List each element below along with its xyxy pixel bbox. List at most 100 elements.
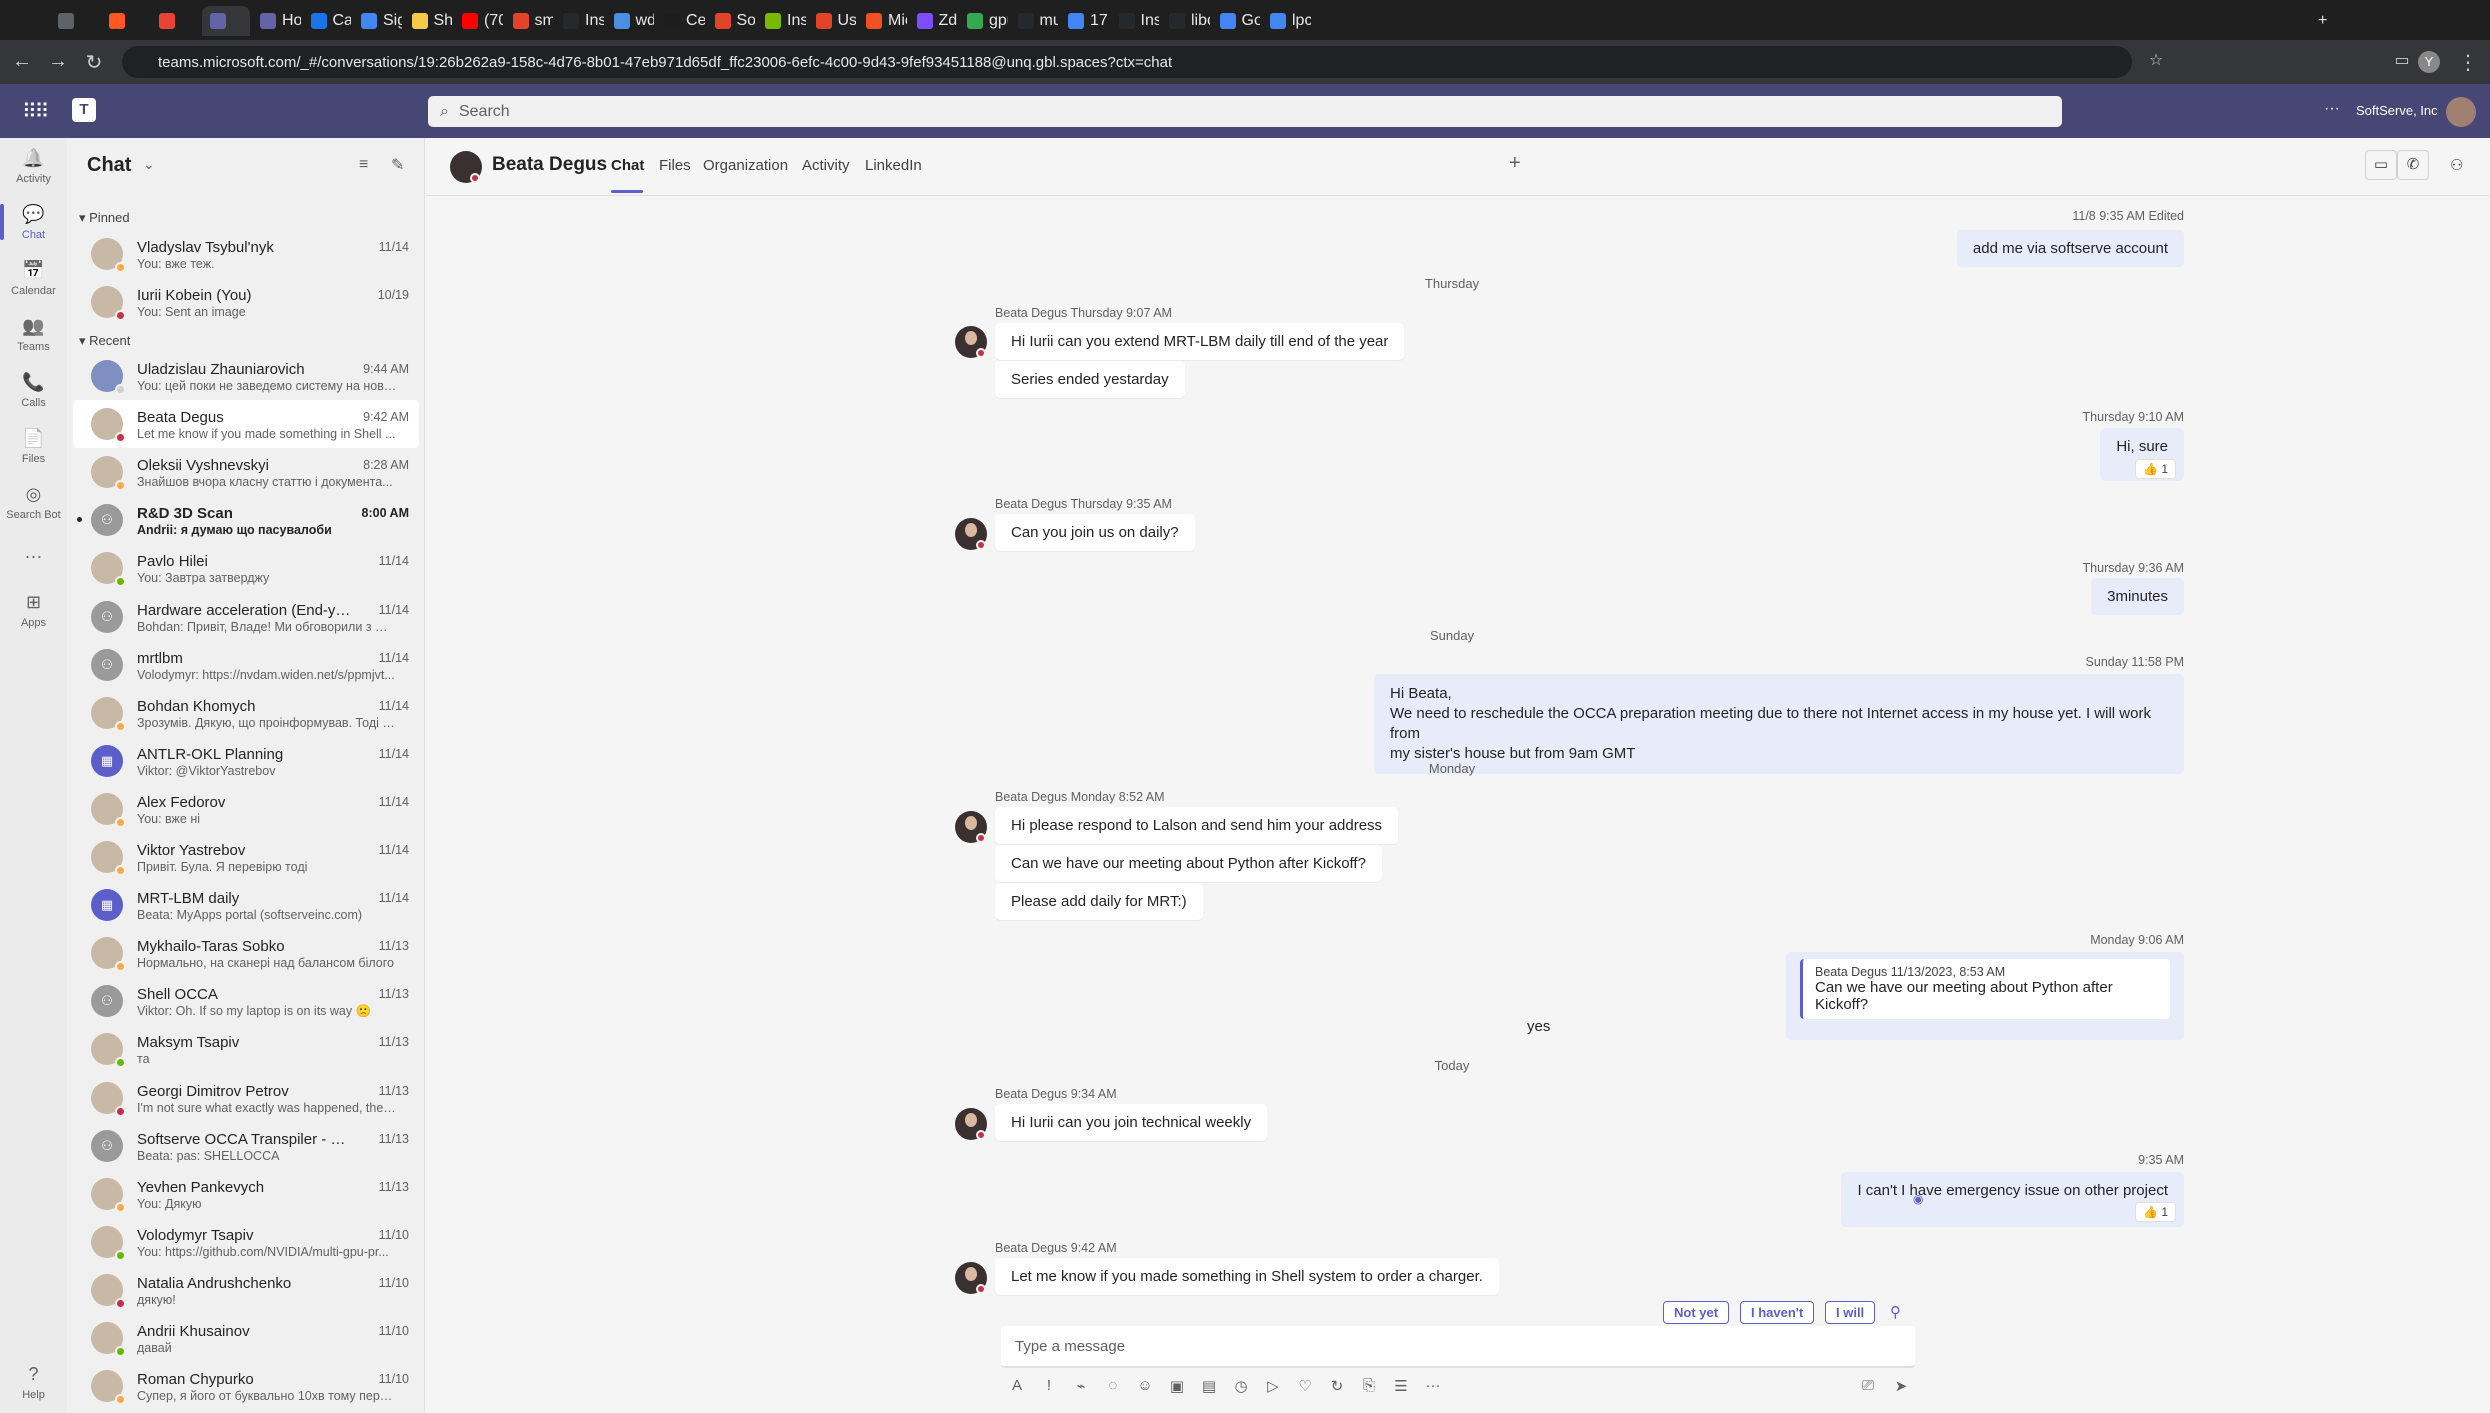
filter-icon[interactable]: ≡	[359, 156, 368, 174]
gif-icon[interactable]: ▣	[1166, 1377, 1188, 1399]
quoted-message[interactable]: Beata Degus 11/13/2023, 8:53 AM Can we h…	[1800, 959, 2170, 1019]
video-call-icon[interactable]: ▭	[2365, 150, 2397, 180]
chat-list-item[interactable]: Vladyslav Tsybul'nyk You: вже теж. 11/14	[73, 230, 419, 278]
chat-list-item[interactable]: Iurii Kobein (You) You: Sent an image 10/1…	[73, 278, 419, 326]
browser-tab[interactable]: Use	[808, 6, 856, 36]
tab-activity[interactable]: Activity	[802, 157, 850, 174]
rail-item-help[interactable]: ? Help	[0, 1362, 67, 1402]
meet-now-icon[interactable]: ⎚	[1857, 1377, 1879, 1399]
approval-icon[interactable]: ⎘	[1358, 1377, 1380, 1399]
their-message[interactable]: Hi Iurii can you join technical weekly	[995, 1104, 1268, 1141]
sidebar-icon[interactable]: ▭	[2390, 50, 2414, 70]
praise-icon[interactable]: ♡	[1294, 1377, 1316, 1399]
emoji-icon[interactable]: ☺	[1134, 1377, 1156, 1399]
browser-tab[interactable]: Sign	[353, 6, 402, 36]
rail-item-calendar[interactable]: 📅 Calendar	[0, 258, 67, 298]
browser-tab[interactable]	[151, 6, 200, 36]
priority-icon[interactable]: !	[1038, 1377, 1060, 1399]
refresh-icon[interactable]: ↻	[1326, 1377, 1348, 1399]
sticker-icon[interactable]: ▤	[1198, 1377, 1220, 1399]
their-message[interactable]: Let me know if you made something in She…	[995, 1258, 1499, 1295]
chat-list-item[interactable]: Natalia Andrushchenko дякую! 11/10	[73, 1266, 419, 1314]
browser-tab[interactable]: 17:	[1060, 6, 1109, 36]
their-message[interactable]: Can you join us on daily?	[995, 514, 1195, 551]
stream-icon[interactable]: ▷	[1262, 1377, 1284, 1399]
browser-tab[interactable]: Hon	[252, 6, 301, 36]
app-launcher-icon[interactable]: ⠿⠿	[22, 99, 49, 124]
list-icon[interactable]: ☰	[1390, 1377, 1412, 1399]
chat-list-item[interactable]: Georgi Dimitrov Petrov I'm not sure what …	[73, 1074, 419, 1122]
tab-files[interactable]: Files	[659, 157, 691, 174]
chevron-down-icon[interactable]: ⌄	[143, 156, 155, 173]
search-input[interactable]: ⌕ Search	[428, 96, 2062, 127]
browser-tab[interactable]: Mic	[858, 6, 907, 36]
my-message[interactable]: add me via softserve account	[1956, 230, 2184, 267]
their-message[interactable]: Hi Iurii can you extend MRT-LBM daily ti…	[995, 323, 1405, 360]
browser-tab[interactable]: Soft	[707, 6, 755, 36]
chat-list-item[interactable]: Oleksii Vyshnevskyi Знайшов вчора класну …	[73, 448, 419, 496]
rail-item-calls[interactable]: 📞 Calls	[0, 370, 67, 410]
browser-tab[interactable]: Zdr	[909, 6, 957, 36]
tab-chat[interactable]: Chat	[611, 157, 644, 174]
bookmark-star-icon[interactable]: ☆	[2144, 50, 2168, 70]
rail-item-teams[interactable]: 👥 Teams	[0, 314, 67, 354]
browser-tab[interactable]: libo	[1161, 6, 1210, 36]
browser-tab[interactable]: Goo	[1212, 6, 1260, 36]
chat-list-item[interactable]: ▦ ANTLR-OKL Planning Viktor: @ViktorYastre…	[73, 737, 419, 785]
rail-item-search-bot[interactable]: ◎ Search Bot	[0, 482, 67, 522]
browser-tab[interactable]: Cep	[656, 6, 705, 36]
their-message[interactable]: Hi please respond to Lalson and send him…	[995, 807, 1399, 844]
chat-list-item[interactable]: Uladzislau Zhauniarovich You: цей поки не…	[73, 352, 419, 400]
browser-tab[interactable]: Shel	[404, 6, 452, 36]
browser-tab[interactable]: wd3	[606, 6, 654, 36]
audio-call-icon[interactable]: ✆	[2397, 150, 2429, 180]
suggested-reply-button[interactable]: I haven't	[1740, 1301, 1815, 1324]
rail-item--[interactable]: ···	[0, 544, 67, 568]
browser-tab[interactable]	[50, 6, 99, 36]
forward-icon[interactable]: →	[46, 50, 70, 73]
loop-icon[interactable]: ◌	[1102, 1377, 1124, 1399]
my-message[interactable]: 3minutes	[2091, 578, 2184, 615]
chat-list-item[interactable]: ⚇ R&D 3D Scan Andrii: я думаю що пасувалоб…	[73, 496, 419, 544]
chat-list-item[interactable]: Pavlo Hilei You: Завтра затверджу 11/14	[73, 544, 419, 592]
add-tab-icon[interactable]: +	[1509, 152, 1521, 175]
chat-list-item[interactable]: Andrii Khusainov давай 11/10	[73, 1314, 419, 1362]
browser-tab[interactable]: mul	[1010, 6, 1058, 36]
their-message[interactable]: Please add daily for MRT:)	[995, 883, 1203, 920]
browser-tab[interactable]	[201, 6, 250, 36]
suggested-reply-button[interactable]: Not yet	[1663, 1301, 1730, 1324]
more-options-icon[interactable]: ···	[2324, 100, 2340, 118]
recent-section-label[interactable]: ▾ Recent	[79, 333, 130, 349]
browser-menu-icon[interactable]: ⋮	[2456, 50, 2480, 75]
rail-item-chat[interactable]: 💬 Chat	[0, 202, 67, 242]
their-message[interactable]: Can we have our meeting about Python aft…	[995, 845, 1382, 882]
back-icon[interactable]: ←	[10, 50, 34, 73]
org-name[interactable]: SoftServe, Inc	[2356, 103, 2438, 118]
their-message[interactable]: Series ended yestarday	[995, 361, 1185, 398]
user-avatar[interactable]	[2446, 97, 2476, 127]
chat-list-item[interactable]: Yevhen Pankevych You: Дякую 11/13	[73, 1170, 419, 1218]
people-icon[interactable]: ⚇	[2450, 156, 2463, 174]
chat-list-item[interactable]: Maksym Tsapiv та 11/13	[73, 1025, 419, 1073]
tab-linkedin[interactable]: LinkedIn	[865, 157, 922, 174]
browser-tab[interactable]: gpu	[959, 6, 1008, 36]
suggested-reply-button[interactable]: I will	[1825, 1301, 1876, 1324]
format-icon[interactable]: A	[1006, 1377, 1028, 1399]
browser-tab[interactable]: Inst	[555, 6, 604, 36]
compose-box[interactable]: Type a message	[1001, 1326, 1915, 1368]
attach-icon[interactable]: ⌁	[1070, 1377, 1092, 1399]
rail-item-apps[interactable]: ⊞ Apps	[0, 590, 67, 630]
like-reaction[interactable]: 👍 1	[2135, 459, 2176, 479]
browser-tab[interactable]: (70)	[454, 6, 503, 36]
chat-list-item[interactable]: Bohdan Khomych Зрозумів. Дякую, що проінф…	[73, 689, 419, 737]
rail-item-activity[interactable]: 🔔 Activity	[0, 146, 67, 186]
lightbulb-icon[interactable]: ⚲	[1890, 1303, 1901, 1321]
url-bar[interactable]: teams.microsoft.com/_#/conversations/19:…	[122, 46, 2132, 78]
tab-organization[interactable]: Organization	[703, 157, 788, 174]
chat-list-item[interactable]: ⚇ mrtlbm Volodymyr: https://nvdam.widen.ne…	[73, 641, 419, 689]
more-icon[interactable]: ···	[1422, 1377, 1444, 1399]
browser-tab[interactable]	[101, 6, 150, 36]
chat-list-item[interactable]: Roman Chypurko Супер, я його от буквально…	[73, 1362, 419, 1410]
rail-item-files[interactable]: 📄 Files	[0, 426, 67, 466]
profile-avatar[interactable]: Y	[2418, 51, 2440, 73]
